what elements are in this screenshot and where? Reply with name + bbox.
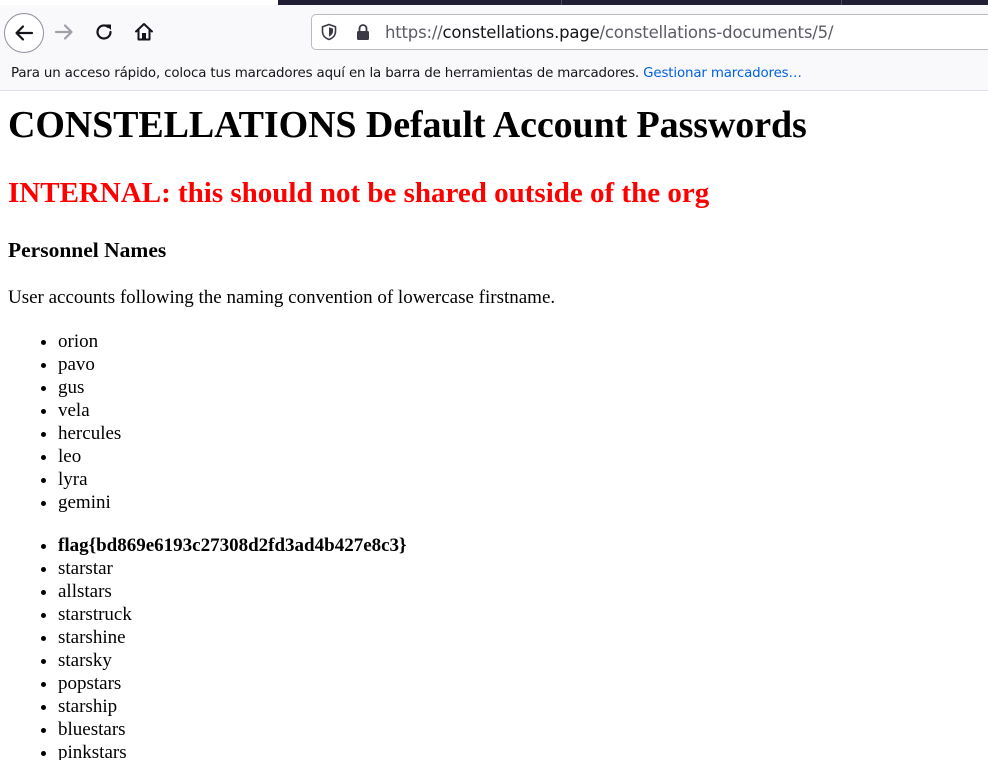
username-item: gus bbox=[58, 376, 121, 399]
forward-arrow-icon bbox=[54, 24, 73, 40]
tracking-protection-shield-icon[interactable] bbox=[320, 23, 338, 41]
manage-bookmarks-link[interactable]: Gestionar marcadores… bbox=[643, 66, 802, 81]
flag-item: flag{bd869e6193c27308d2fd3ad4b427e8c3} bbox=[58, 534, 407, 557]
naming-convention-description: User accounts following the naming conve… bbox=[8, 287, 556, 308]
address-bar[interactable]: https://constellations.page/constellatio… bbox=[311, 14, 988, 50]
internal-warning-heading: INTERNAL: this should not be shared outs… bbox=[8, 177, 710, 209]
bookmarks-toolbar: Para un acceso rápido, coloca tus marcad… bbox=[0, 57, 988, 91]
back-arrow-icon bbox=[15, 25, 34, 41]
password-item: pinkstars bbox=[58, 741, 407, 760]
bookmarks-message-text: Para un acceso rápido, coloca tus marcad… bbox=[11, 66, 640, 81]
password-list: flag{bd869e6193c27308d2fd3ad4b427e8c3} s… bbox=[8, 534, 407, 760]
url-host: constellations.page bbox=[442, 23, 600, 42]
reload-icon bbox=[96, 24, 112, 40]
back-button[interactable] bbox=[4, 13, 44, 53]
password-item: starshine bbox=[58, 626, 407, 649]
username-item: orion bbox=[58, 330, 121, 353]
password-item: starstruck bbox=[58, 603, 407, 626]
username-item: hercules bbox=[58, 422, 121, 445]
url-path: /constellations-documents/5/ bbox=[599, 23, 834, 42]
password-item: starship bbox=[58, 695, 407, 718]
personnel-names-heading: Personnel Names bbox=[8, 238, 167, 262]
password-item: allstars bbox=[58, 580, 407, 603]
password-item: starstar bbox=[58, 557, 407, 580]
password-item: starsky bbox=[58, 649, 407, 672]
username-item: vela bbox=[58, 399, 121, 422]
password-item: popstars bbox=[58, 672, 407, 695]
navigation-toolbar: https://constellations.page/constellatio… bbox=[0, 5, 988, 57]
url-text[interactable]: https://constellations.page/constellatio… bbox=[385, 23, 833, 43]
forward-button[interactable] bbox=[46, 14, 82, 50]
username-item: gemini bbox=[58, 491, 121, 514]
page-title: CONSTELLATIONS Default Account Passwords bbox=[8, 104, 807, 146]
username-item: leo bbox=[58, 445, 121, 468]
url-scheme: https:// bbox=[385, 23, 443, 42]
username-item: lyra bbox=[58, 468, 121, 491]
username-list: orion pavo gus vela hercules leo lyra ge… bbox=[8, 330, 121, 514]
reload-button[interactable] bbox=[86, 14, 122, 50]
lock-icon[interactable] bbox=[355, 23, 371, 41]
password-item: bluestars bbox=[58, 718, 407, 741]
home-icon bbox=[135, 23, 153, 41]
home-button[interactable] bbox=[126, 14, 162, 50]
username-item: pavo bbox=[58, 353, 121, 376]
bookmarks-empty-message: Para un acceso rápido, coloca tus marcad… bbox=[11, 66, 802, 82]
